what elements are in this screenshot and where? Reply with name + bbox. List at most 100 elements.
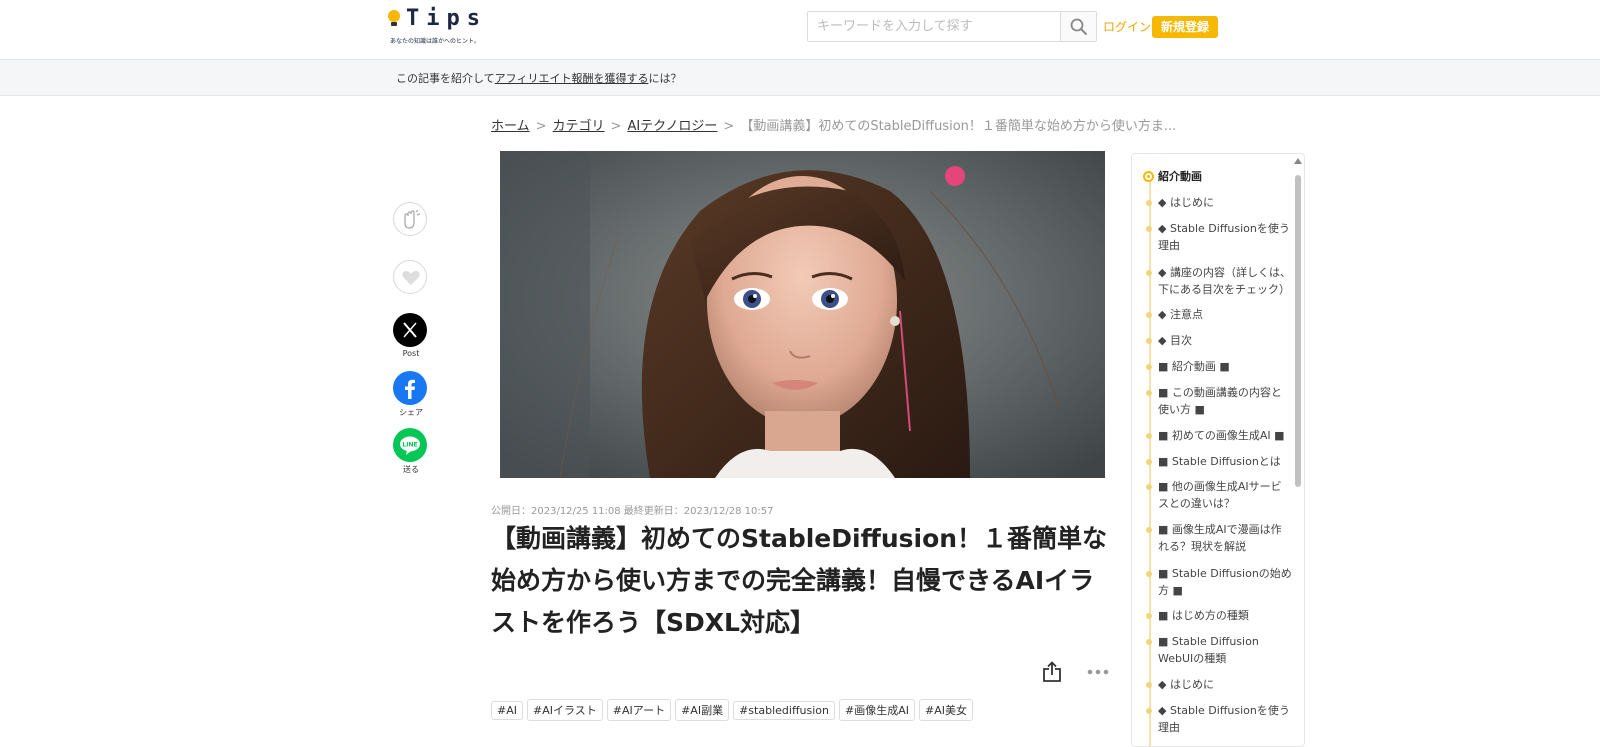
tag-list: #AI #AIイラスト #AIアート #AI副業 #stablediffusion #画像…: [491, 699, 977, 721]
x-share-item: Post: [393, 313, 429, 358]
toc-item[interactable]: ◆ Stable Diffusionを使う理由: [1146, 220, 1292, 254]
search-button[interactable]: [1060, 12, 1096, 41]
x-share-label: Post: [402, 349, 420, 358]
toc-dot: [1146, 639, 1152, 645]
toc-dot: [1146, 364, 1152, 370]
toc-item-label: ■ この動画講義の内容と使い方 ■: [1158, 386, 1282, 416]
facebook-share-label: シェア: [399, 408, 423, 417]
toc-dot: [1146, 200, 1152, 206]
more-options-icon[interactable]: [1087, 669, 1109, 675]
login-link[interactable]: ログイン: [1103, 18, 1151, 35]
scroll-up-arrow-icon[interactable]: [1294, 158, 1302, 164]
article-title: 【動画講義】初めてのStableDiffusion！１番簡単な始め方から使い方ま…: [491, 524, 1108, 637]
tag[interactable]: #画像生成AI: [838, 699, 915, 721]
x-logo-icon: [403, 322, 417, 338]
toc-item[interactable]: ◆ 注意点: [1146, 306, 1292, 323]
toc-item[interactable]: 紹介動画: [1143, 168, 1292, 185]
toc-dot: [1146, 433, 1152, 439]
tag[interactable]: #AIイラスト: [527, 699, 603, 721]
breadcrumb-separator: >: [535, 119, 547, 134]
toc-dot: [1146, 459, 1152, 465]
clap-icon: [404, 209, 421, 229]
toc-item-label: ◆ はじめに: [1158, 678, 1214, 691]
toc-item[interactable]: ■ 他の画像生成AIサービスとの違いは？: [1146, 478, 1292, 512]
affiliate-link[interactable]: アフィリエイト報酬を獲得する: [495, 72, 649, 85]
toc-item[interactable]: ■ この動画講義の内容と使い方 ■: [1146, 384, 1292, 418]
toc-item-label: ◆ 講座の内容（詳しくは、下にある目次をチェック）: [1158, 266, 1291, 296]
toc-item[interactable]: ■ はじめ方の種類: [1146, 607, 1292, 624]
toc-item[interactable]: ■ Stable Diffusionの始め方 ■: [1146, 565, 1292, 599]
share-icon[interactable]: [1042, 661, 1062, 683]
toc-item[interactable]: ■ 紹介動画 ■: [1146, 358, 1292, 375]
x-share-button[interactable]: [393, 313, 427, 347]
like-button[interactable]: [393, 260, 427, 294]
toc-item[interactable]: ■ Stable Diffusionとは: [1146, 453, 1292, 470]
toc-dot: [1146, 527, 1152, 533]
facebook-share-button[interactable]: [393, 371, 427, 405]
scrollbar-thumb[interactable]: [1295, 175, 1301, 487]
toc-item[interactable]: ◆ はじめに: [1146, 676, 1292, 693]
affiliate-suffix: には？: [648, 72, 682, 85]
toc-item[interactable]: ■ 画像生成AIで漫画は作れる？現状を解説: [1146, 521, 1292, 555]
toc-dot: [1146, 613, 1152, 619]
toc-item-label: 紹介動画: [1158, 170, 1202, 183]
toc-item-label: ■ 他の画像生成AIサービスとの違いは？: [1158, 480, 1282, 510]
toc-item-label: ◆ はじめに: [1158, 196, 1214, 209]
heart-icon: [402, 271, 420, 285]
toc-item[interactable]: ◆ Stable Diffusionを使う理由: [1146, 702, 1292, 736]
toc-dot: [1146, 571, 1152, 577]
toc-active-dot: [1143, 171, 1154, 182]
toc-item-label: ■ 初めての画像生成AI ■: [1158, 429, 1285, 442]
breadcrumb-home[interactable]: ホーム: [491, 119, 530, 134]
toc-item[interactable]: ■ Stable Diffusion WebUIの種類: [1146, 633, 1292, 667]
line-share-item: LINE 送る: [393, 428, 429, 475]
breadcrumb-current: 【動画講義】初めてのStableDiffusion！１番簡単な始め方から使い方ま…: [740, 119, 1177, 134]
tag[interactable]: #stablediffusion: [733, 701, 835, 720]
lightbulb-icon: [388, 10, 400, 26]
logo-tagline: あなたの知識は誰かへのヒント。: [390, 38, 480, 45]
line-logo-icon: LINE: [400, 436, 420, 455]
breadcrumb-subcategory[interactable]: AIテクノロジー: [627, 119, 717, 134]
search-input[interactable]: [808, 12, 1061, 41]
hero-image: [500, 151, 1105, 478]
toc-item-label: ■ Stable Diffusionの始め方 ■: [1158, 567, 1292, 597]
line-share-label: 送る: [403, 465, 419, 474]
toc-item-label: ◆ 目次: [1158, 334, 1192, 347]
search-icon: [1070, 18, 1088, 36]
toc-item[interactable]: ◆ 目次: [1146, 332, 1292, 349]
breadcrumb: ホーム > カテゴリ > AIテクノロジー > 【動画講義】初めてのStableDiffus…: [491, 115, 1176, 134]
search-box: [807, 11, 1097, 42]
affiliate-bar: この記事を紹介してアフィリエイト報酬を獲得するには？: [0, 60, 1600, 96]
signup-button[interactable]: 新規登録: [1152, 16, 1218, 38]
toc-scrollbar[interactable]: [1294, 158, 1302, 746]
article-actions: [1042, 661, 1112, 685]
logo-text: Tips: [406, 6, 487, 31]
toc-item[interactable]: ◆ はじめに: [1146, 194, 1292, 211]
toc-item[interactable]: ◆ 講座の内容（詳しくは、下にある目次をチェック）: [1146, 264, 1292, 298]
breadcrumb-category[interactable]: カテゴリ: [553, 119, 605, 134]
tag[interactable]: #AIアート: [606, 699, 672, 721]
like-item: [393, 260, 429, 294]
article-dates: 公開日：2023/12/25 11:08 最終更新日：2023/12/28 10…: [491, 506, 774, 517]
tag[interactable]: #AI副業: [675, 699, 730, 721]
facebook-icon: [405, 379, 415, 399]
toc-dot: [1146, 682, 1152, 688]
tag[interactable]: #AI: [491, 701, 523, 720]
toc-item-label: ■ 紹介動画 ■: [1158, 360, 1230, 373]
site-logo[interactable]: Tips あなたの知識は誰かへのヒント。: [388, 6, 498, 48]
site-header: Tips あなたの知識は誰かへのヒント。 ログイン 新規登録: [0, 0, 1600, 60]
tag[interactable]: #AI美女: [918, 699, 973, 721]
toc-item-label: ■ 画像生成AIで漫画は作れる？現状を解説: [1158, 523, 1282, 553]
clap-button[interactable]: [393, 202, 427, 236]
toc-item-label: ◆ 注意点: [1158, 308, 1203, 321]
toc-item[interactable]: ■ 初めての画像生成AI ■: [1146, 427, 1292, 444]
facebook-share-item: シェア: [393, 371, 429, 418]
breadcrumb-separator: >: [723, 119, 735, 134]
toc-dot: [1146, 390, 1152, 396]
affiliate-prefix: この記事を紹介して: [396, 72, 495, 85]
table-of-contents: 紹介動画 ◆ はじめに ◆ Stable Diffusionを使う理由 ◆ 講座…: [1131, 153, 1305, 747]
line-icon-text: LINE: [402, 442, 417, 449]
line-share-button[interactable]: LINE: [393, 428, 427, 462]
toc-item-label: ◆ Stable Diffusionを使う理由: [1158, 704, 1290, 734]
toc-dot: [1146, 484, 1152, 490]
